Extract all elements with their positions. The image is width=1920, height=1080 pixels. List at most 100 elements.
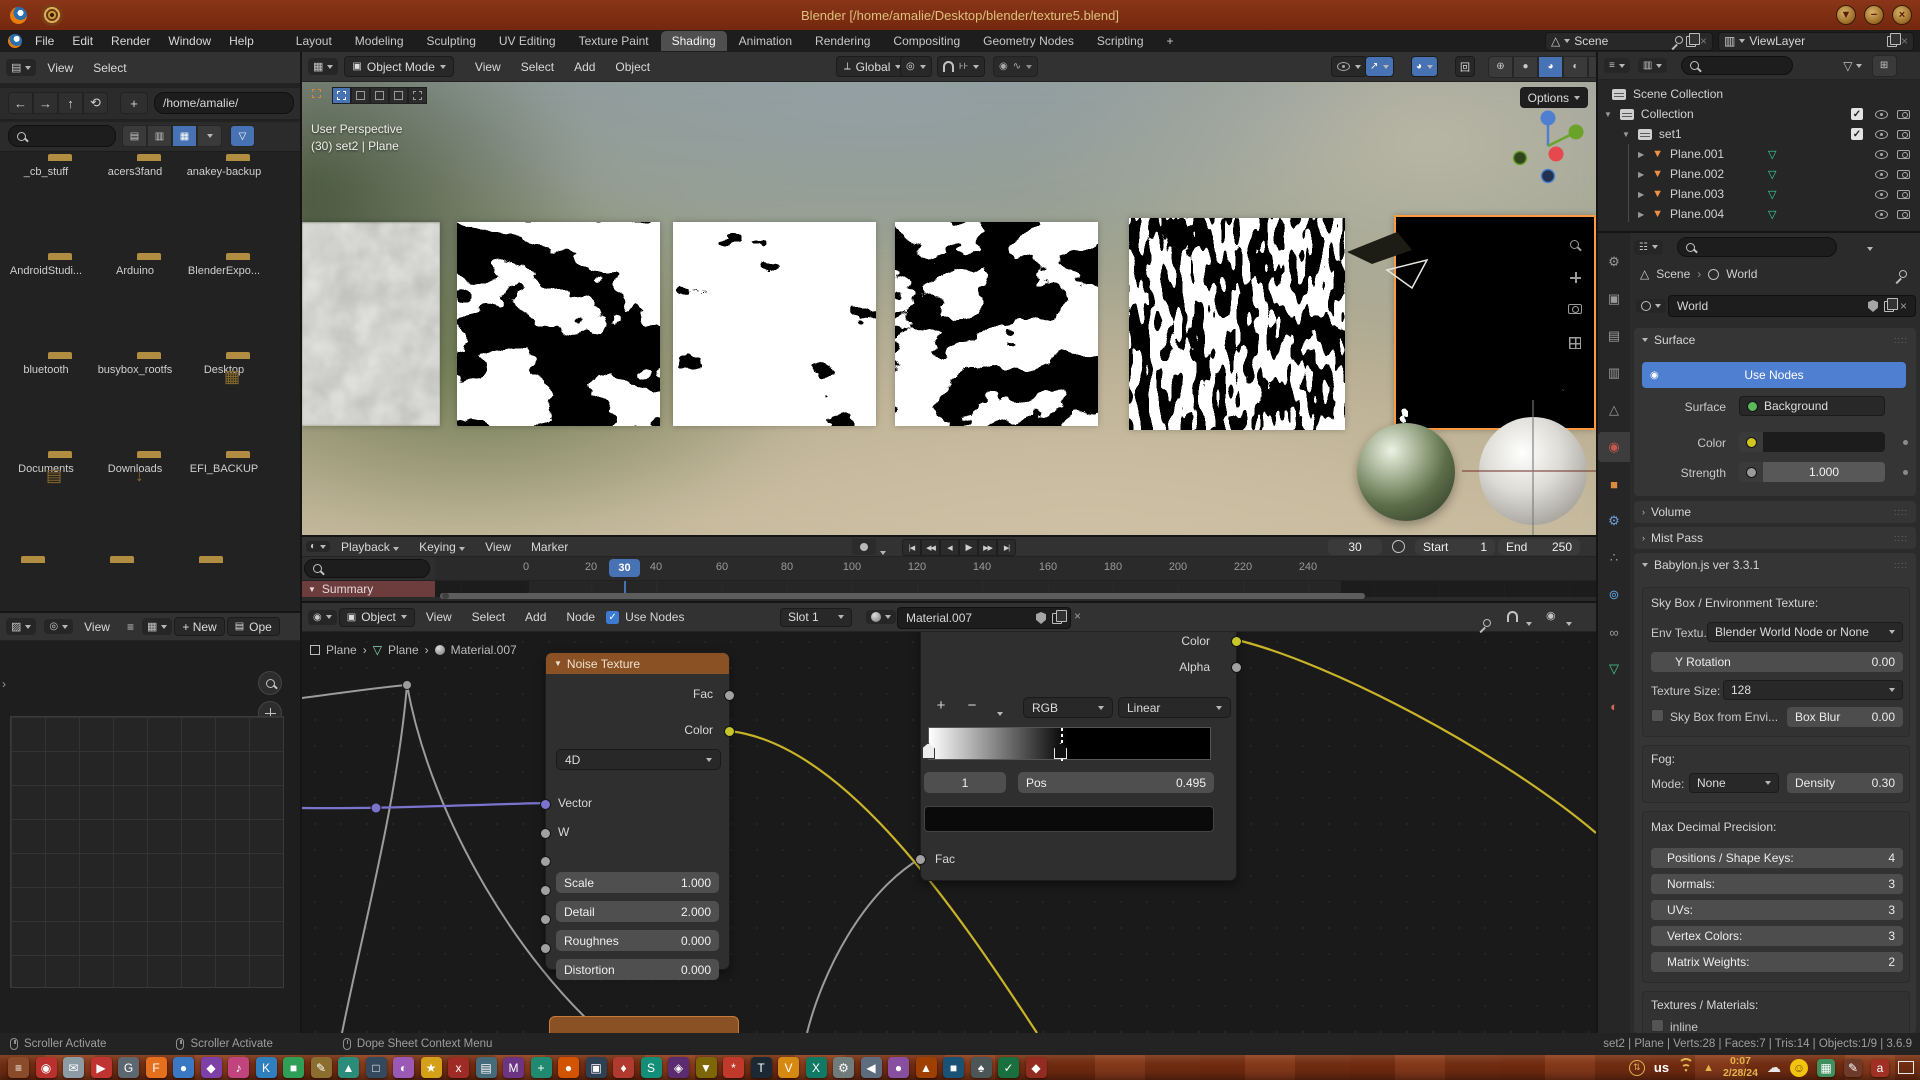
node-menu-view[interactable]: View [417, 610, 461, 624]
node-overlap-icon[interactable]: ◉ [1546, 609, 1556, 622]
overlays-toggle[interactable]: ◕ [1411, 56, 1438, 77]
noise-fac-output-socket[interactable] [724, 690, 735, 701]
folder-item[interactable]: AndroidStudi... [0, 259, 92, 277]
world-name-field[interactable]: World × [1668, 295, 1916, 317]
breadcrumb-mesh[interactable]: Plane [388, 643, 419, 657]
unlink-world-icon[interactable]: × [1900, 299, 1907, 313]
nav-forward-button[interactable]: → [33, 92, 58, 114]
breadcrumb-material[interactable]: Material.007 [451, 643, 517, 657]
dictionary-tray-icon[interactable]: a [1871, 1059, 1889, 1077]
editor-type-file-browser[interactable]: ▤ [6, 59, 36, 76]
render-camera-icon[interactable] [1897, 130, 1910, 139]
precision-slider[interactable]: UVs:3 [1651, 900, 1903, 920]
menu-item[interactable]: File [26, 34, 63, 48]
taskbar-app-icon[interactable]: T [751, 1057, 772, 1078]
current-frame-field[interactable]: 30 [1328, 539, 1382, 555]
taskbar-app-icon[interactable]: ◉ [36, 1057, 57, 1078]
end-frame-field[interactable]: End250 [1498, 539, 1580, 555]
node-snap-dropdown[interactable] [1526, 615, 1532, 629]
folder-item[interactable]: busybox_rootfs [89, 358, 181, 376]
ramp-fac-input-socket[interactable] [915, 854, 926, 865]
ramp-color-output-socket[interactable] [1231, 636, 1242, 647]
decorator-dot[interactable] [1903, 470, 1908, 475]
world-browse-dropdown[interactable] [1636, 299, 1666, 313]
noise-distortion-socket[interactable] [540, 943, 551, 954]
nav-up-button[interactable]: ↑ [58, 92, 83, 114]
noise-value-field[interactable]: Roughnes0.000 [556, 930, 719, 951]
strength-slider[interactable]: 1.000 [1763, 462, 1885, 482]
navigation-gizmo[interactable] [1498, 96, 1596, 196]
tab-constraints[interactable]: ∞ [1598, 617, 1630, 647]
exclude-checkbox[interactable]: ✓ [1851, 108, 1863, 120]
tab-object[interactable]: ■ [1598, 469, 1630, 499]
next-keyframe-button[interactable]: ▶▶ [978, 539, 997, 556]
gizmos-toggle[interactable]: ↗ [1365, 56, 1394, 77]
nav-refresh-button[interactable]: ⟲ [83, 92, 108, 114]
ramp-remove-stop-button[interactable]: − [959, 697, 985, 714]
tab-object-data[interactable]: ▽ [1598, 654, 1630, 684]
workspace-tab[interactable]: Animation [728, 31, 803, 51]
filter-button[interactable]: ▽ [230, 125, 255, 147]
textured-plane-4[interactable] [895, 222, 1098, 426]
region-expand-arrow[interactable]: › [2, 677, 6, 691]
surface-value-dropdown[interactable]: Background [1739, 396, 1885, 416]
ramp-options-dropdown[interactable] [997, 705, 1003, 719]
env-texture-dropdown[interactable]: Blender World Node or None [1707, 622, 1903, 642]
keyboard-layout[interactable]: us [1654, 1060, 1669, 1075]
outliner-row-scene-collection[interactable]: Scene Collection [1598, 84, 1920, 104]
ramp-stop-index-field[interactable]: 1 [924, 772, 1006, 793]
surface-panel-header[interactable]: Surface :::: [1634, 328, 1916, 352]
summary-channel[interactable]: ▼Summary [302, 581, 435, 597]
world-preview-sphere[interactable] [1357, 423, 1455, 521]
sync-tray-icon[interactable]: ⇅ [1629, 1060, 1645, 1076]
timeline-menu-keying[interactable]: Keying [410, 540, 474, 554]
y-rotation-slider[interactable]: Y Rotation0.00 [1651, 652, 1903, 672]
select-extend-button[interactable] [351, 87, 370, 104]
taskbar-app-icon[interactable]: ● [888, 1057, 909, 1078]
proportional-edit-toggle[interactable]: ◉∿ [993, 56, 1038, 77]
play-reverse-button[interactable]: ◀ [940, 539, 959, 556]
channel-search-input[interactable] [304, 559, 430, 578]
tab-particles[interactable]: ∴ [1598, 543, 1630, 573]
ramp-add-stop-button[interactable]: + [928, 697, 954, 714]
workspace-tab[interactable]: Modeling [344, 31, 415, 51]
mode-dropdown[interactable]: ▣Object Mode [344, 56, 454, 77]
folder-item[interactable]: anakey-backup [178, 160, 270, 178]
outliner-filter-dropdown[interactable]: ▽ [1843, 59, 1861, 73]
outliner-row-object[interactable]: ▶ ▼ Plane.004 ▽ [1598, 204, 1920, 224]
outliner-row-object[interactable]: ▶ ▼ Plane.003 ▽ [1598, 184, 1920, 204]
auto-key-dropdown[interactable] [880, 544, 886, 558]
taskbar-app-icon[interactable]: + [531, 1057, 552, 1078]
taskbar-app-icon[interactable]: ◆ [201, 1057, 222, 1078]
viewport-ortho-icon[interactable] [1569, 337, 1581, 349]
workspace-tab[interactable]: UV Editing [488, 31, 567, 51]
expand-arrow[interactable]: ▶ [1638, 150, 1644, 159]
pin-node-tree-icon[interactable] [1478, 618, 1490, 630]
tab-modifiers[interactable]: ⚙ [1598, 506, 1630, 536]
taskbar-app-icon[interactable]: G [118, 1057, 139, 1078]
material-browse-dropdown[interactable] [866, 610, 896, 624]
partial-node-header[interactable] [549, 1016, 739, 1033]
breadcrumb-world[interactable]: World [1726, 267, 1757, 281]
render-camera-icon[interactable] [1897, 190, 1910, 199]
ramp-interpolation-dropdown[interactable]: Linear [1118, 697, 1231, 718]
taskbar-app-icon[interactable]: ◐ [393, 1057, 414, 1078]
noise-detail-socket[interactable] [540, 885, 551, 896]
taskbar-app-icon[interactable]: S [641, 1057, 662, 1078]
node-menu-select[interactable]: Select [463, 610, 514, 624]
pin-icon[interactable] [1670, 35, 1682, 47]
editor-type-properties[interactable]: ☷ [1634, 240, 1663, 255]
select-new-button[interactable] [332, 87, 351, 104]
taskbar-app-icon[interactable]: M [503, 1057, 524, 1078]
file-menu-view[interactable]: View [38, 61, 82, 75]
editor-type-image[interactable]: ▨ [6, 618, 36, 635]
inline-checkbox[interactable] [1651, 1019, 1664, 1032]
taskbar-app-icon[interactable]: x [448, 1057, 469, 1078]
use-preview-range-icon[interactable] [1392, 540, 1405, 553]
shading-solid-button[interactable]: ● [1513, 56, 1538, 78]
workspace-tab[interactable]: Texture Paint [568, 31, 660, 51]
ramp-color-mode-dropdown[interactable]: RGB [1023, 697, 1113, 718]
new-viewlayer-icon[interactable] [1887, 36, 1897, 47]
clock[interactable]: 0:07 2/28/24 [1723, 1056, 1758, 1079]
blender-menu-icon[interactable] [8, 34, 22, 48]
